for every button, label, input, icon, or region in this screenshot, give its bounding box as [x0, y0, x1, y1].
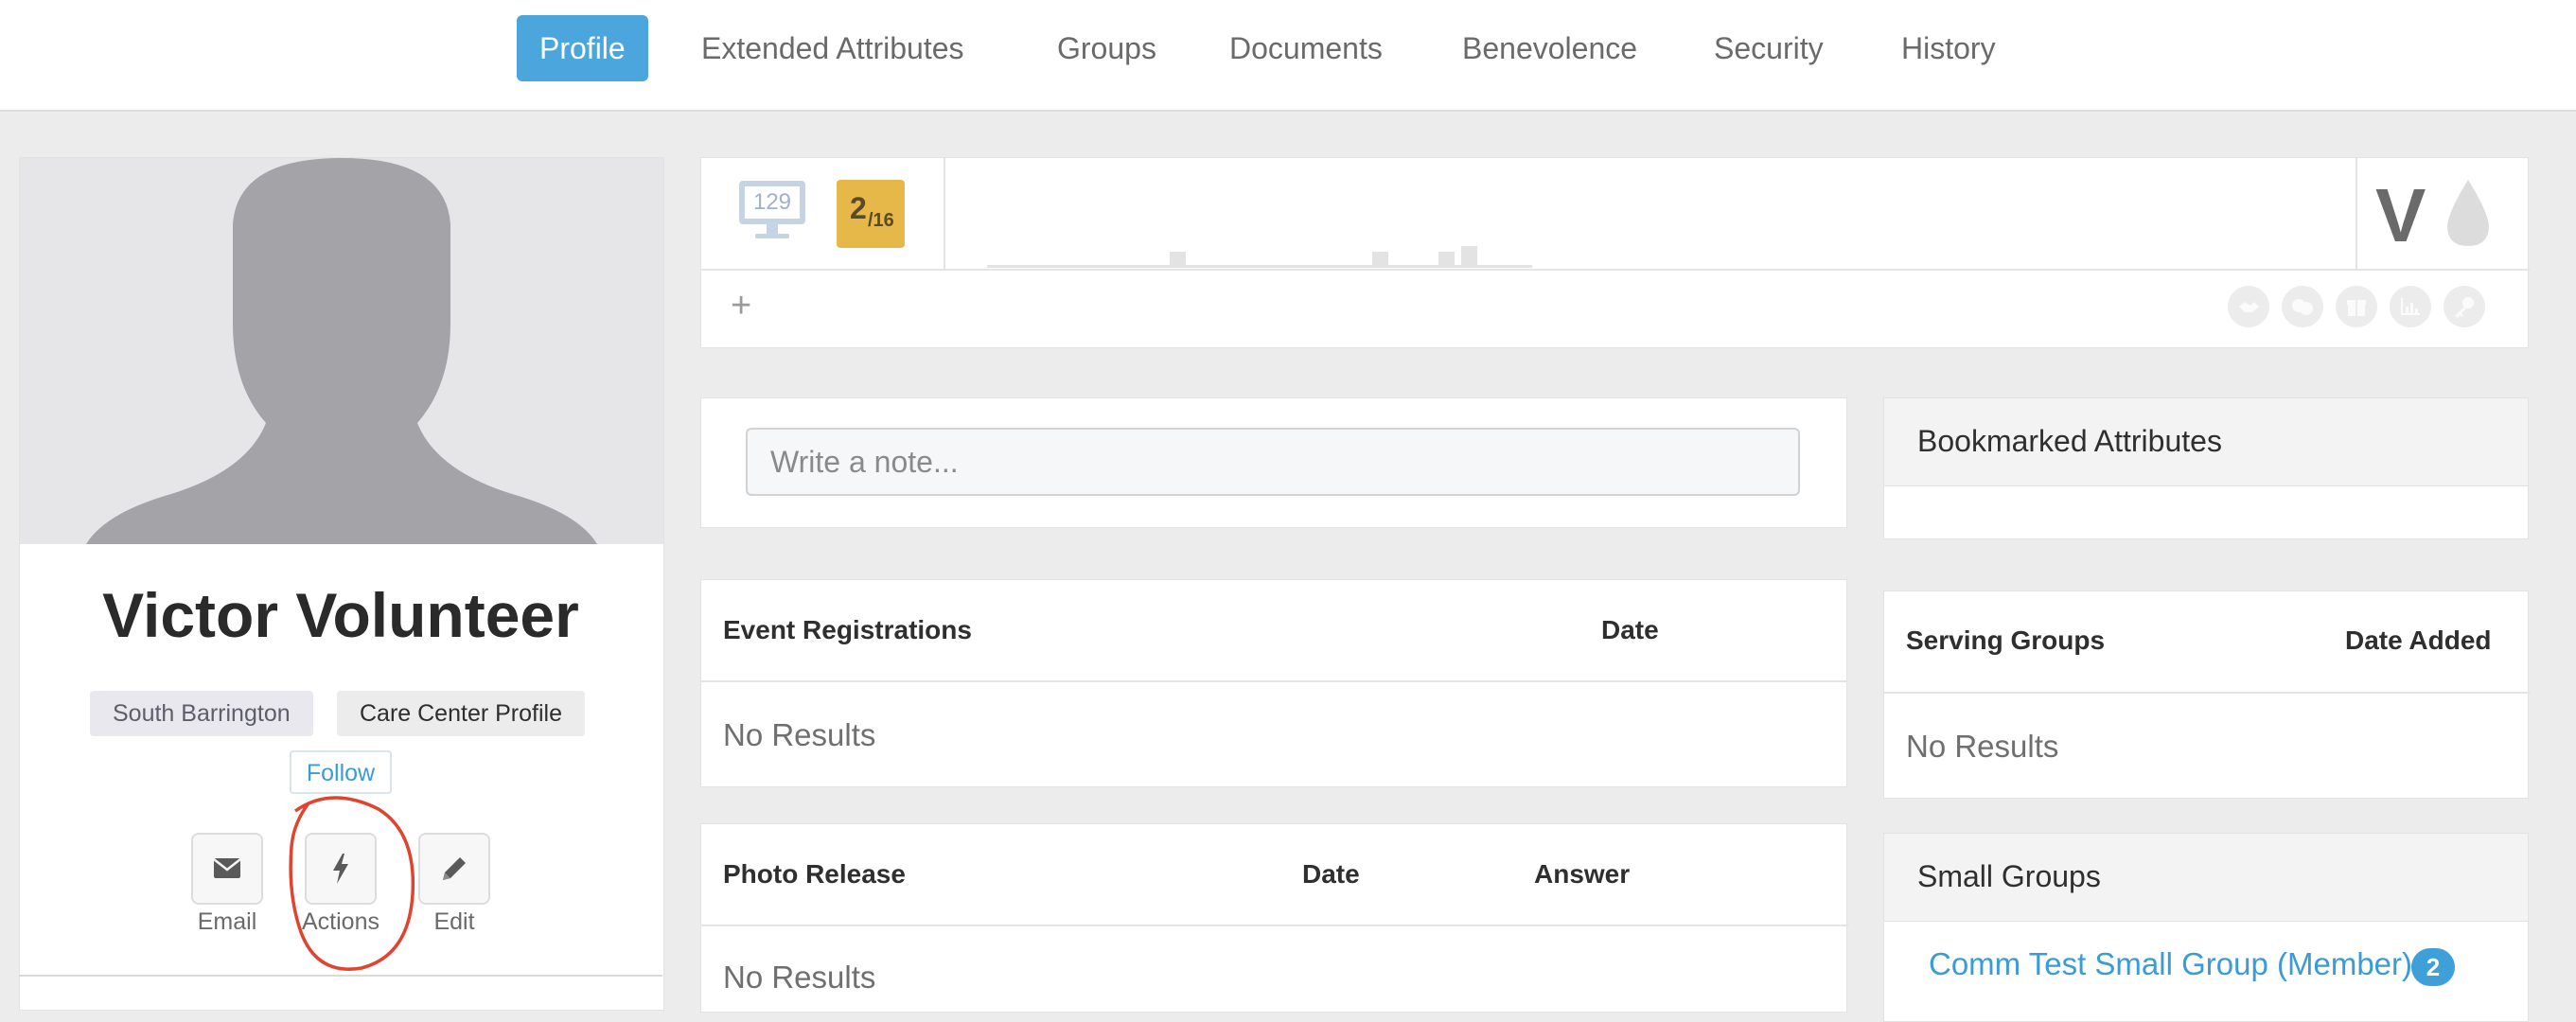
- add-button[interactable]: +: [731, 286, 751, 326]
- bookmarked-attributes-title: Bookmarked Attributes: [1917, 424, 2222, 458]
- person-silhouette-icon: [20, 158, 663, 544]
- sparkline-bar: [1438, 252, 1455, 268]
- top-nav: Profile Extended Attributes Groups Docum…: [0, 0, 2576, 112]
- photo-release-answer-header: Answer: [1534, 859, 1631, 889]
- serving-groups-divider: [1884, 692, 2530, 694]
- sparkline-bar: [1170, 252, 1186, 268]
- tab-security[interactable]: Security: [1691, 15, 1846, 81]
- event-registrations-empty: No Results: [723, 717, 876, 752]
- drop-icon[interactable]: [2442, 176, 2495, 250]
- serving-groups-header: Serving Groups: [1906, 626, 2106, 655]
- bookmarked-attributes-panel: [1883, 397, 2529, 539]
- key-icon[interactable]: [2444, 286, 2485, 327]
- small-group-link[interactable]: Comm Test Small Group (Member): [1929, 946, 2412, 982]
- email-button[interactable]: [191, 833, 263, 905]
- card-divider: [19, 975, 662, 977]
- photo-release-date-header: Date: [1302, 859, 1360, 889]
- badge-main-number: 2: [850, 191, 867, 225]
- photo-release-header: Photo Release: [723, 859, 906, 889]
- summary-divider: [701, 269, 2530, 271]
- monitor-count: 129: [752, 189, 792, 215]
- email-label: Email: [197, 908, 257, 935]
- note-input[interactable]: [746, 428, 1800, 496]
- summary-vdivider-right: [2355, 158, 2357, 269]
- small-groups-title: Small Groups: [1917, 859, 2101, 893]
- attendance-monitor-icon[interactable]: 129: [736, 178, 808, 244]
- summary-vdivider-left: [944, 158, 945, 269]
- photo-release-divider: [701, 925, 1848, 926]
- step-progress-badge[interactable]: 2 /16: [837, 180, 905, 248]
- sparkline-bar: [1372, 252, 1388, 268]
- follow-button[interactable]: Follow: [290, 750, 392, 794]
- profile-photo[interactable]: [20, 158, 663, 544]
- gift-icon[interactable]: [2336, 286, 2377, 327]
- serving-groups-panel: [1883, 590, 2530, 799]
- tab-groups[interactable]: Groups: [1034, 15, 1179, 81]
- handshake-icon[interactable]: [2228, 286, 2269, 327]
- photo-release-empty: No Results: [723, 960, 876, 995]
- tab-documents[interactable]: Documents: [1207, 15, 1405, 81]
- sparkline-bar: [1461, 246, 1477, 268]
- annotation-circle: [289, 796, 415, 971]
- tab-profile[interactable]: Profile: [517, 15, 648, 81]
- event-registrations-date-header: Date: [1601, 615, 1659, 644]
- small-group-count-badge: 2: [2411, 948, 2455, 986]
- tab-history[interactable]: History: [1879, 15, 2019, 81]
- event-registrations-panel: [700, 579, 1848, 787]
- letter-badge[interactable]: V: [2375, 172, 2426, 259]
- masks-icon[interactable]: [2282, 286, 2323, 327]
- serving-groups-date-header: Date Added: [2345, 626, 2492, 655]
- person-name: Victor Volunteer: [102, 580, 579, 650]
- envelope-icon: [213, 858, 241, 878]
- chart-icon[interactable]: [2390, 286, 2431, 327]
- edit-button[interactable]: [418, 833, 490, 905]
- event-registrations-divider: [701, 680, 1848, 682]
- tab-benevolence[interactable]: Benevolence: [1439, 15, 1660, 81]
- tab-extended-attributes[interactable]: Extended Attributes: [679, 15, 987, 81]
- campus-tag: South Barrington: [90, 691, 313, 736]
- care-center-tag: Care Center Profile: [337, 691, 585, 736]
- pencil-icon: [443, 857, 466, 880]
- badge-sub-number: /16: [868, 210, 894, 231]
- serving-groups-empty: No Results: [1906, 729, 2059, 764]
- event-registrations-header: Event Registrations: [723, 615, 972, 644]
